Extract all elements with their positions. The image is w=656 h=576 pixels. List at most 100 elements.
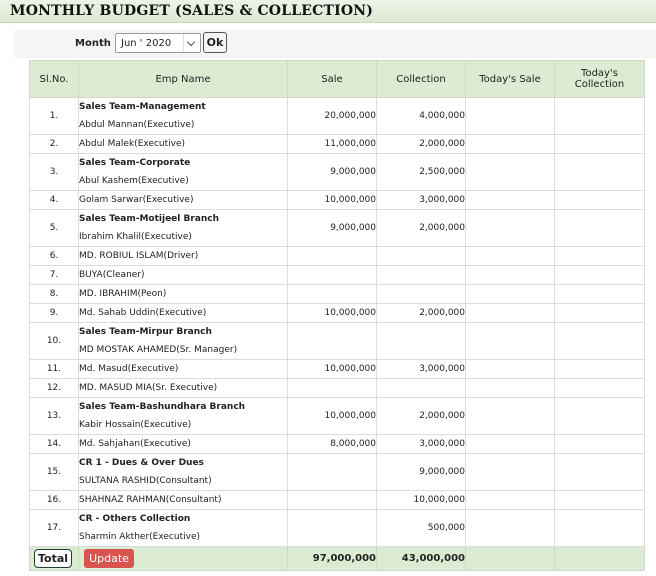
row-emp-name: Sales Team-Mirpur Branch MD MOSTAK AHAMED… (78, 322, 288, 360)
row-todays-sale (465, 322, 555, 360)
team-group-label: CR 1 - Dues & Over Dues (79, 457, 204, 468)
row-todays-sale (465, 134, 555, 154)
row-emp-name: Golam Sarwar(Executive) (78, 190, 288, 210)
row-todays-collection (554, 397, 645, 435)
row-todays-sale (465, 490, 555, 510)
row-sale: 11,000,000 (287, 134, 377, 154)
row-collection: 10,000,000 (376, 490, 466, 510)
row-sale (287, 246, 377, 266)
col-header-emp-name: Emp Name (78, 60, 288, 98)
row-sl-no: 16. (29, 490, 79, 510)
employee-name: MD. IBRAHIM(Peon) (79, 288, 167, 299)
row-todays-collection (554, 190, 645, 210)
table-row: 8. MD. IBRAHIM(Peon) (29, 284, 645, 304)
row-emp-name: Sales Team-Bashundhara Branch Kabir Hossa… (78, 397, 288, 435)
row-todays-sale (465, 453, 555, 491)
table-row: 5. Sales Team-Motijeel Branch Ibrahim Khal… (29, 209, 645, 247)
row-todays-collection (554, 303, 645, 323)
row-collection: 9,000,000 (376, 453, 466, 491)
employee-name: BUYA(Cleaner) (79, 269, 145, 280)
row-emp-name: MD. IBRAHIM(Peon) (78, 284, 288, 304)
row-collection: 2,000,000 (376, 209, 466, 247)
row-todays-sale (465, 153, 555, 191)
table-row: 1. Sales Team-Management Abdul Mannan(Exec… (29, 97, 645, 135)
chevron-down-icon (183, 34, 200, 52)
team-group-label: Sales Team-Motijeel Branch (79, 213, 220, 224)
row-sl-no: 6. (29, 246, 79, 266)
row-emp-name: MD. MASUD MIA(Sr. Executive) (78, 378, 288, 398)
row-sl-no: 17. (29, 509, 79, 547)
row-sl-no: 10. (29, 322, 79, 360)
row-todays-collection (554, 359, 645, 379)
row-todays-collection (554, 453, 645, 491)
row-sale (287, 378, 377, 398)
row-sl-no: 9. (29, 303, 79, 323)
col-header-collection: Collection (376, 60, 466, 98)
employee-name: SHAHNAZ RAHMAN(Consultant) (79, 494, 222, 505)
row-collection: 3,000,000 (376, 190, 466, 210)
row-sl-no: 7. (29, 265, 79, 285)
row-todays-sale (465, 284, 555, 304)
row-emp-name: Sales Team-Corporate Abul Kashem(Executiv… (78, 153, 288, 191)
row-emp-name: BUYA(Cleaner) (78, 265, 288, 285)
row-sale (287, 509, 377, 547)
row-todays-collection (554, 509, 645, 547)
total-collection: 43,000,000 (376, 546, 466, 571)
employee-name: Golam Sarwar(Executive) (79, 194, 194, 205)
row-todays-collection (554, 490, 645, 510)
col-header-todays-collection: Today's Collection (554, 60, 645, 98)
row-sl-no: 1. (29, 97, 79, 135)
team-group-label: CR - Others Collection (79, 513, 191, 524)
row-emp-name: CR - Others Collection Sharmin Akther(Exe… (78, 509, 288, 547)
row-todays-sale (465, 434, 555, 454)
row-todays-collection (554, 97, 645, 135)
row-todays-sale (465, 97, 555, 135)
row-collection: 2,500,000 (376, 153, 466, 191)
row-todays-sale (465, 397, 555, 435)
table-row: 17. CR - Others Collection Sharmin Akther(… (29, 509, 645, 547)
employee-name: SULTANA RASHID(Consultant) (79, 475, 212, 486)
row-todays-collection (554, 134, 645, 154)
row-sale: 8,000,000 (287, 434, 377, 454)
budget-table: Sl.No. Emp Name Sale Collection Today's … (29, 60, 645, 571)
month-select[interactable]: Jun ' 2020 (115, 33, 201, 53)
employee-name: MD. ROBIUL ISLAM(Driver) (79, 250, 199, 261)
row-todays-sale (465, 265, 555, 285)
row-todays-collection (554, 284, 645, 304)
row-todays-collection (554, 434, 645, 454)
row-sale: 20,000,000 (287, 97, 377, 135)
row-emp-name: MD. ROBIUL ISLAM(Driver) (78, 246, 288, 266)
row-collection (376, 378, 466, 398)
row-sl-no: 3. (29, 153, 79, 191)
table-row: 15. CR 1 - Dues & Over Dues SULTANA RASHID… (29, 453, 645, 491)
table-row: 12. MD. MASUD MIA(Sr. Executive) (29, 378, 645, 398)
team-group-label: Sales Team-Mirpur Branch (79, 326, 212, 337)
row-emp-name: Sales Team-Motijeel Branch Ibrahim Khalil… (78, 209, 288, 247)
col-header-todays-sale: Today's Sale (465, 60, 555, 98)
row-sl-no: 4. (29, 190, 79, 210)
employee-name: Sharmin Akther(Executive) (79, 531, 200, 542)
row-sl-no: 13. (29, 397, 79, 435)
row-collection (376, 246, 466, 266)
row-emp-name: Md. Masud(Executive) (78, 359, 288, 379)
ok-button[interactable]: Ok (203, 32, 227, 53)
row-sale (287, 490, 377, 510)
row-collection: 4,000,000 (376, 97, 466, 135)
row-todays-sale (465, 246, 555, 266)
page-title: MONTHLY BUDGET (SALES & COLLECTION) (10, 3, 374, 19)
row-sale (287, 322, 377, 360)
table-row: 13. Sales Team-Bashundhara Branch Kabir Ho… (29, 397, 645, 435)
table-row: 9. Md. Sahab Uddin(Executive) 10,000,000 2,… (29, 303, 645, 323)
row-emp-name: CR 1 - Dues & Over Dues SULTANA RASHID(Co… (78, 453, 288, 491)
row-todays-sale (465, 509, 555, 547)
update-button[interactable]: Update (84, 549, 134, 568)
row-emp-name: SHAHNAZ RAHMAN(Consultant) (78, 490, 288, 510)
row-todays-sale (465, 359, 555, 379)
table-row: 7. BUYA(Cleaner) (29, 265, 645, 285)
row-todays-collection (554, 246, 645, 266)
row-sl-no: 15. (29, 453, 79, 491)
row-sl-no: 2. (29, 134, 79, 154)
row-collection: 2,000,000 (376, 134, 466, 154)
row-sale: 10,000,000 (287, 359, 377, 379)
col-header-sl: Sl.No. (29, 60, 79, 98)
